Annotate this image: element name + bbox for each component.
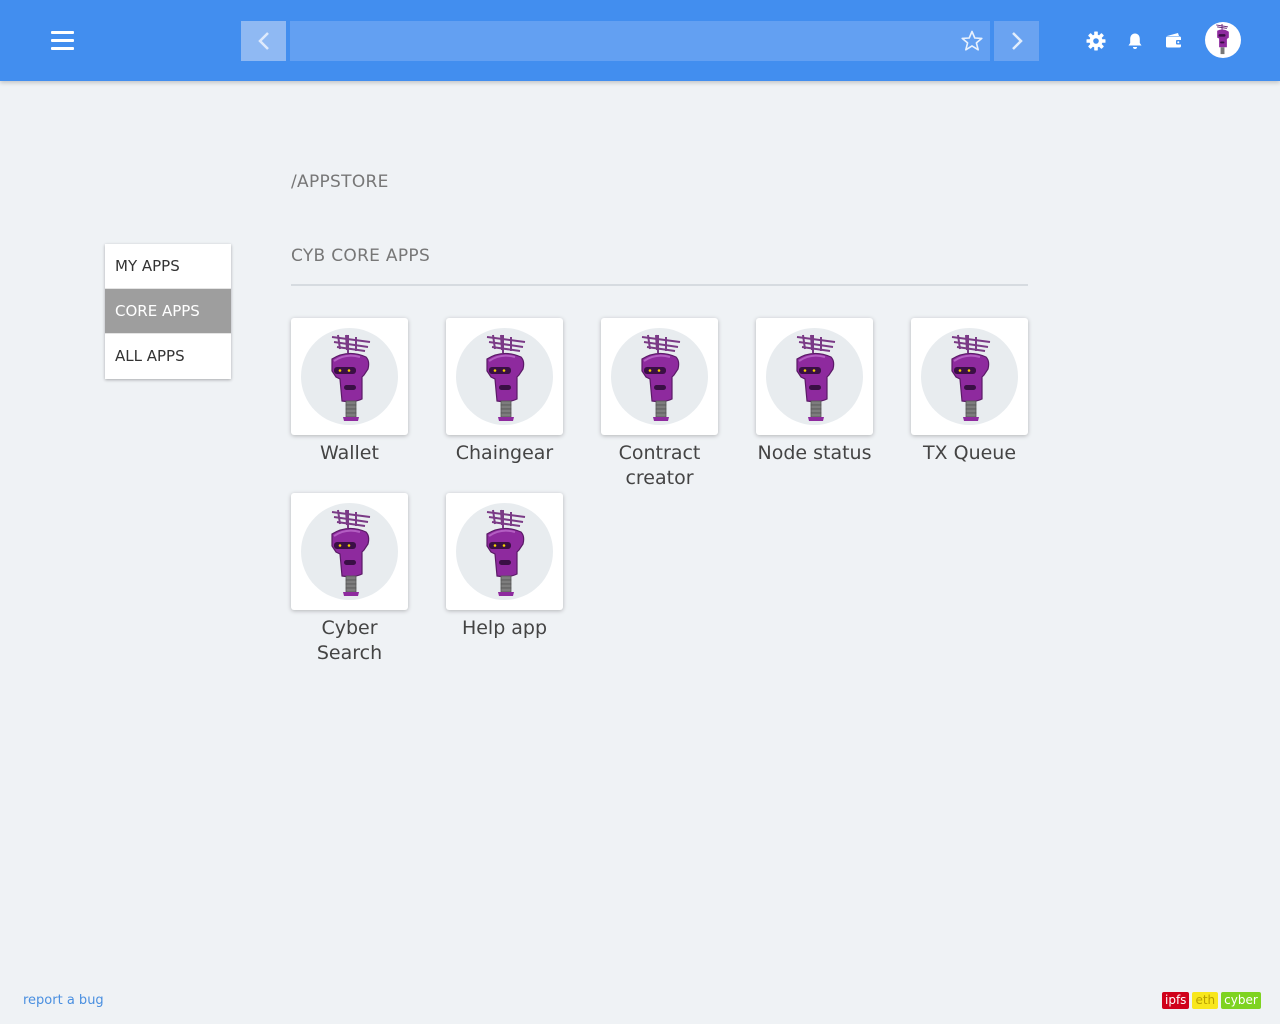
section-divider <box>291 284 1028 286</box>
address-input[interactable] <box>290 21 990 61</box>
app-tile-tx-queue[interactable]: TX Queue <box>911 318 1028 466</box>
robot-icon <box>611 328 708 425</box>
forward-button[interactable] <box>994 21 1039 61</box>
app-card[interactable] <box>446 493 563 610</box>
app-name: Cyber Search <box>316 617 383 664</box>
chevron-right-icon <box>1011 32 1023 50</box>
top-bar <box>0 0 1280 81</box>
favorite-button[interactable] <box>957 27 987 55</box>
app-tile-node-status[interactable]: Node status <box>756 318 873 466</box>
app-tile-help-app[interactable]: Help app <box>446 493 563 641</box>
menu-item-core-apps[interactable]: CORE APPS <box>105 289 231 334</box>
app-card[interactable] <box>446 318 563 435</box>
app-name: Wallet <box>320 442 379 464</box>
section-title: CYB CORE APPS <box>291 246 431 266</box>
badge-ipfs[interactable]: ipfs <box>1162 992 1190 1009</box>
bell-icon <box>1128 33 1142 49</box>
badge-eth[interactable]: eth <box>1192 992 1219 1009</box>
network-badges: ipfs eth cyber <box>1162 992 1261 1009</box>
menu-item-my-apps[interactable]: MY APPS <box>105 244 231 289</box>
robot-icon <box>766 328 863 425</box>
wallet-icon <box>1166 33 1182 48</box>
robot-icon <box>301 503 398 600</box>
badge-cyber[interactable]: cyber <box>1221 992 1261 1009</box>
app-tile-chaingear[interactable]: Chaingear <box>446 318 563 466</box>
app-tile-cyber-search[interactable]: Cyber Search <box>291 493 408 666</box>
app-card[interactable] <box>911 318 1028 435</box>
report-bug-link[interactable]: report a bug <box>23 993 104 1008</box>
notifications-button[interactable] <box>1122 27 1148 55</box>
app-name: Contract creator <box>618 442 701 489</box>
gear-icon <box>1086 31 1106 51</box>
app-tile-wallet[interactable]: Wallet <box>291 318 408 466</box>
appstore-menu: MY APPS CORE APPS ALL APPS <box>105 244 231 379</box>
app-name: Help app <box>461 617 548 639</box>
robot-avatar-icon <box>1216 23 1229 55</box>
hamburger-icon[interactable] <box>51 31 74 50</box>
robot-icon <box>456 328 553 425</box>
page-title: /APPSTORE <box>291 172 389 192</box>
robot-icon <box>456 503 553 600</box>
wallet-button[interactable] <box>1161 27 1187 55</box>
app-name: TX Queue <box>922 442 1017 464</box>
robot-icon <box>301 328 398 425</box>
app-card[interactable] <box>601 318 718 435</box>
menu-item-all-apps[interactable]: ALL APPS <box>105 334 231 379</box>
star-outline-icon <box>961 30 983 51</box>
user-avatar[interactable] <box>1205 22 1241 58</box>
app-card[interactable] <box>291 493 408 610</box>
app-card[interactable] <box>756 318 873 435</box>
app-tile-contract-creator[interactable]: Contract creator <box>601 318 718 491</box>
robot-icon <box>921 328 1018 425</box>
app-name: Node status <box>757 442 872 464</box>
app-card[interactable] <box>291 318 408 435</box>
chevron-left-icon <box>257 32 269 50</box>
back-button[interactable] <box>241 21 286 61</box>
app-name: Chaingear <box>455 442 554 464</box>
settings-button[interactable] <box>1083 27 1109 55</box>
